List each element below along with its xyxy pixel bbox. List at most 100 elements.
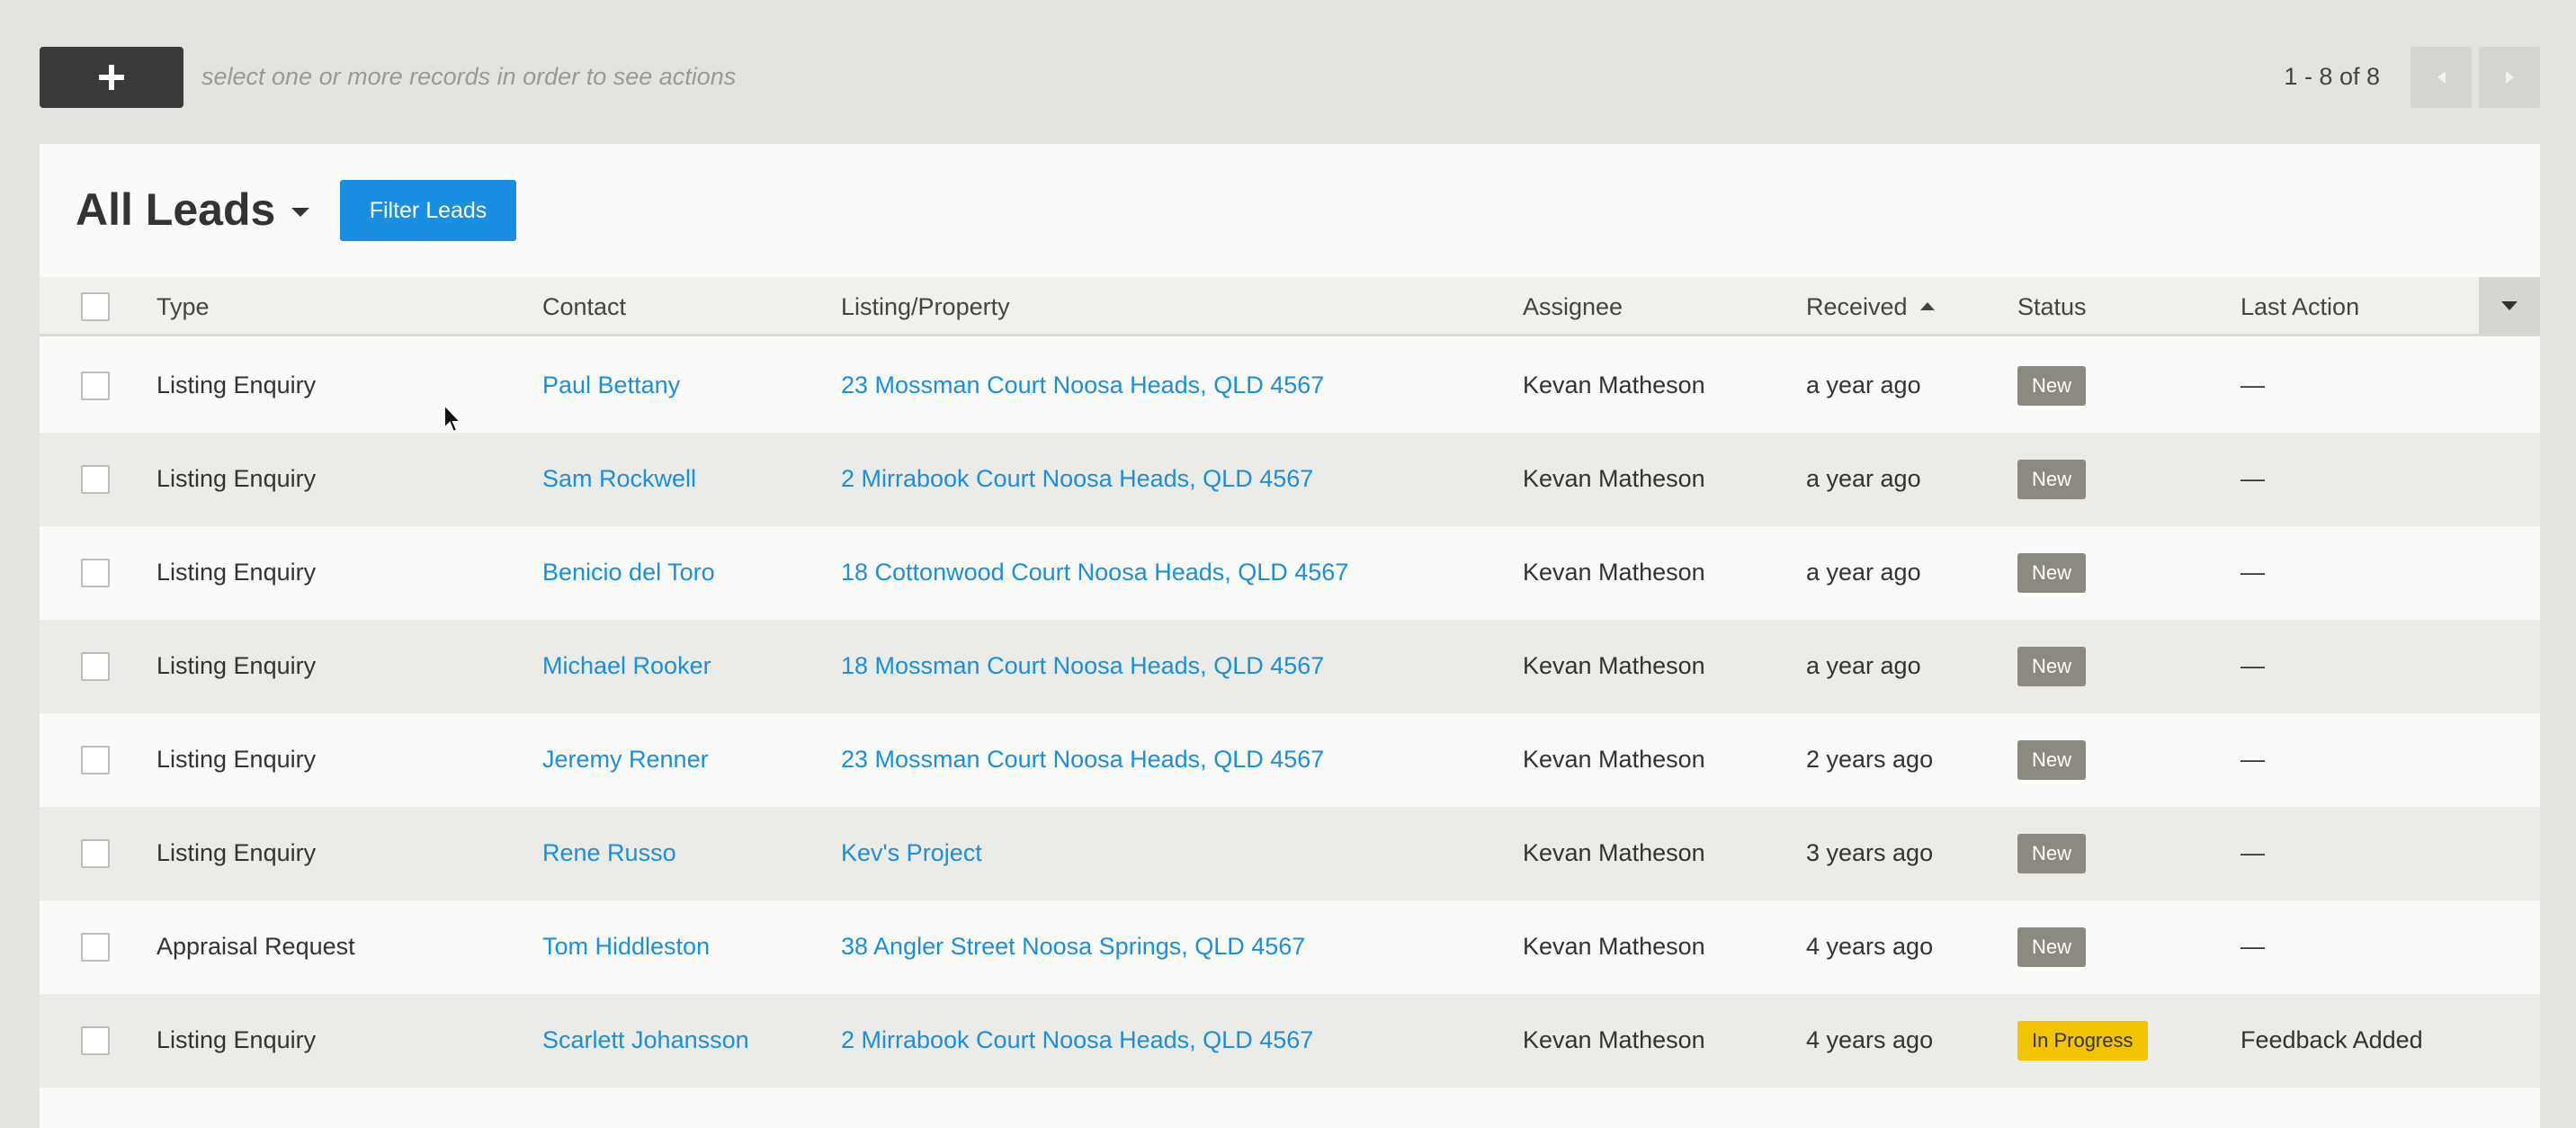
cell-status: New xyxy=(2017,366,2087,406)
panel-header: All Leads Filter Leads xyxy=(40,144,2540,277)
row-checkbox[interactable] xyxy=(81,746,110,774)
previous-page-button[interactable] xyxy=(2411,47,2472,108)
column-received[interactable]: Received xyxy=(1806,293,1935,321)
cell-assignee: Kevan Matheson xyxy=(1523,746,1705,773)
status-badge: New xyxy=(2017,366,2087,406)
contact-link[interactable]: Jeremy Renner xyxy=(542,746,709,774)
table-row[interactable]: Listing Enquiry Scarlett Johansson 2 Mir… xyxy=(40,994,2540,1088)
toolbar: select one or more records in order to s… xyxy=(0,0,2576,144)
cell-last-action: — xyxy=(2241,465,2265,492)
listing-link[interactable]: 23 Mossman Court Noosa Heads, QLD 4567 xyxy=(841,372,1324,399)
cell-last-action: Feedback Added xyxy=(2241,1026,2423,1053)
mouse-pointer-icon xyxy=(443,403,463,434)
listing-link[interactable]: 2 Mirrabook Court Noosa Heads, QLD 4567 xyxy=(841,465,1313,493)
column-type[interactable]: Type xyxy=(157,293,210,321)
view-selector[interactable]: All Leads xyxy=(76,184,310,236)
pagination-count: 1 - 8 of 8 xyxy=(2284,63,2380,90)
listing-link[interactable]: Kev's Project xyxy=(841,839,982,867)
cell-received: a year ago xyxy=(1806,652,1921,679)
add-button[interactable] xyxy=(40,47,183,108)
cell-assignee: Kevan Matheson xyxy=(1523,559,1705,586)
table-body: Listing Enquiry Paul Bettany 23 Mossman … xyxy=(40,339,2540,1088)
table-row[interactable]: Listing Enquiry Michael Rooker 18 Mossma… xyxy=(40,620,2540,713)
cell-received: a year ago xyxy=(1806,559,1921,586)
table-row[interactable]: Listing Enquiry Benicio del Toro 18 Cott… xyxy=(40,526,2540,620)
leads-panel: All Leads Filter Leads Type Contact List… xyxy=(40,144,2540,1128)
column-last-action[interactable]: Last Action xyxy=(2241,293,2359,321)
status-badge: New xyxy=(2017,460,2087,499)
contact-link[interactable]: Sam Rockwell xyxy=(542,465,696,493)
sort-ascending-icon xyxy=(1919,302,1935,311)
row-checkbox[interactable] xyxy=(81,372,110,400)
page-title: All Leads xyxy=(76,184,276,235)
cell-type: Listing Enquiry xyxy=(157,839,317,866)
column-options-button[interactable] xyxy=(2479,277,2540,334)
cell-status: New xyxy=(2017,834,2087,873)
table-row[interactable]: Appraisal Request Tom Hiddleston 38 Angl… xyxy=(40,900,2540,994)
listing-link[interactable]: 18 Mossman Court Noosa Heads, QLD 4567 xyxy=(841,652,1324,680)
status-badge: New xyxy=(2017,647,2087,686)
listing-link[interactable]: 2 Mirrabook Court Noosa Heads, QLD 4567 xyxy=(841,1026,1313,1054)
contact-link[interactable]: Scarlett Johansson xyxy=(542,1026,749,1054)
cell-type: Listing Enquiry xyxy=(157,652,317,679)
chevron-left-icon xyxy=(2437,71,2446,84)
table-header: Type Contact Listing/Property Assignee R… xyxy=(40,277,2540,336)
cell-received: 4 years ago xyxy=(1806,933,1934,960)
cell-status: In Progress xyxy=(2017,1021,2148,1061)
table-row[interactable]: Listing Enquiry Paul Bettany 23 Mossman … xyxy=(40,339,2540,433)
status-badge: New xyxy=(2017,834,2087,873)
contact-link[interactable]: Michael Rooker xyxy=(542,652,711,680)
cell-assignee: Kevan Matheson xyxy=(1523,1026,1705,1053)
cell-received: 2 years ago xyxy=(1806,746,1934,773)
cell-type: Listing Enquiry xyxy=(157,746,317,773)
column-received-label: Received xyxy=(1806,293,1908,320)
row-checkbox[interactable] xyxy=(81,839,110,868)
cell-type: Listing Enquiry xyxy=(157,465,317,492)
cell-status: New xyxy=(2017,740,2087,780)
chevron-right-icon xyxy=(2505,71,2514,84)
contact-link[interactable]: Paul Bettany xyxy=(542,372,680,399)
caret-down-icon xyxy=(2501,300,2518,310)
cell-status: New xyxy=(2017,647,2087,686)
listing-link[interactable]: 23 Mossman Court Noosa Heads, QLD 4567 xyxy=(841,746,1324,774)
row-checkbox[interactable] xyxy=(81,933,110,962)
cell-assignee: Kevan Matheson xyxy=(1523,465,1705,492)
cell-last-action: — xyxy=(2241,559,2265,586)
next-page-button[interactable] xyxy=(2479,47,2540,108)
plus-icon xyxy=(99,65,124,90)
contact-link[interactable]: Rene Russo xyxy=(542,839,676,867)
row-checkbox[interactable] xyxy=(81,1026,110,1055)
cell-last-action: — xyxy=(2241,372,2265,398)
column-listing[interactable]: Listing/Property xyxy=(841,293,1010,321)
status-badge: New xyxy=(2017,553,2087,593)
cell-type: Appraisal Request xyxy=(157,933,355,960)
cell-status: New xyxy=(2017,553,2087,593)
select-all-checkbox[interactable] xyxy=(81,292,110,321)
row-checkbox[interactable] xyxy=(81,559,110,587)
listing-link[interactable]: 38 Angler Street Noosa Springs, QLD 4567 xyxy=(841,933,1305,961)
status-badge: New xyxy=(2017,927,2087,967)
column-status[interactable]: Status xyxy=(2017,293,2087,321)
row-checkbox[interactable] xyxy=(81,652,110,681)
cell-assignee: Kevan Matheson xyxy=(1523,933,1705,960)
status-badge: New xyxy=(2017,740,2087,780)
status-badge: In Progress xyxy=(2017,1021,2148,1061)
cell-type: Listing Enquiry xyxy=(157,372,317,398)
column-assignee[interactable]: Assignee xyxy=(1523,293,1623,321)
table-row[interactable]: Listing Enquiry Jeremy Renner 23 Mossman… xyxy=(40,713,2540,807)
cell-received: 4 years ago xyxy=(1806,1026,1934,1053)
table-row[interactable]: Listing Enquiry Rene Russo Kev's Project… xyxy=(40,807,2540,900)
cell-type: Listing Enquiry xyxy=(157,1026,317,1053)
contact-link[interactable]: Tom Hiddleston xyxy=(542,933,710,961)
cell-last-action: — xyxy=(2241,839,2265,866)
caret-down-icon xyxy=(291,208,310,217)
listing-link[interactable]: 18 Cottonwood Court Noosa Heads, QLD 456… xyxy=(841,559,1348,586)
column-contact[interactable]: Contact xyxy=(542,293,626,321)
selection-hint: select one or more records in order to s… xyxy=(201,63,737,90)
cell-received: a year ago xyxy=(1806,465,1921,492)
contact-link[interactable]: Benicio del Toro xyxy=(542,559,715,586)
filter-leads-button[interactable]: Filter Leads xyxy=(340,180,516,241)
table-row[interactable]: Listing Enquiry Sam Rockwell 2 Mirrabook… xyxy=(40,433,2540,526)
row-checkbox[interactable] xyxy=(81,465,110,494)
cell-last-action: — xyxy=(2241,746,2265,773)
